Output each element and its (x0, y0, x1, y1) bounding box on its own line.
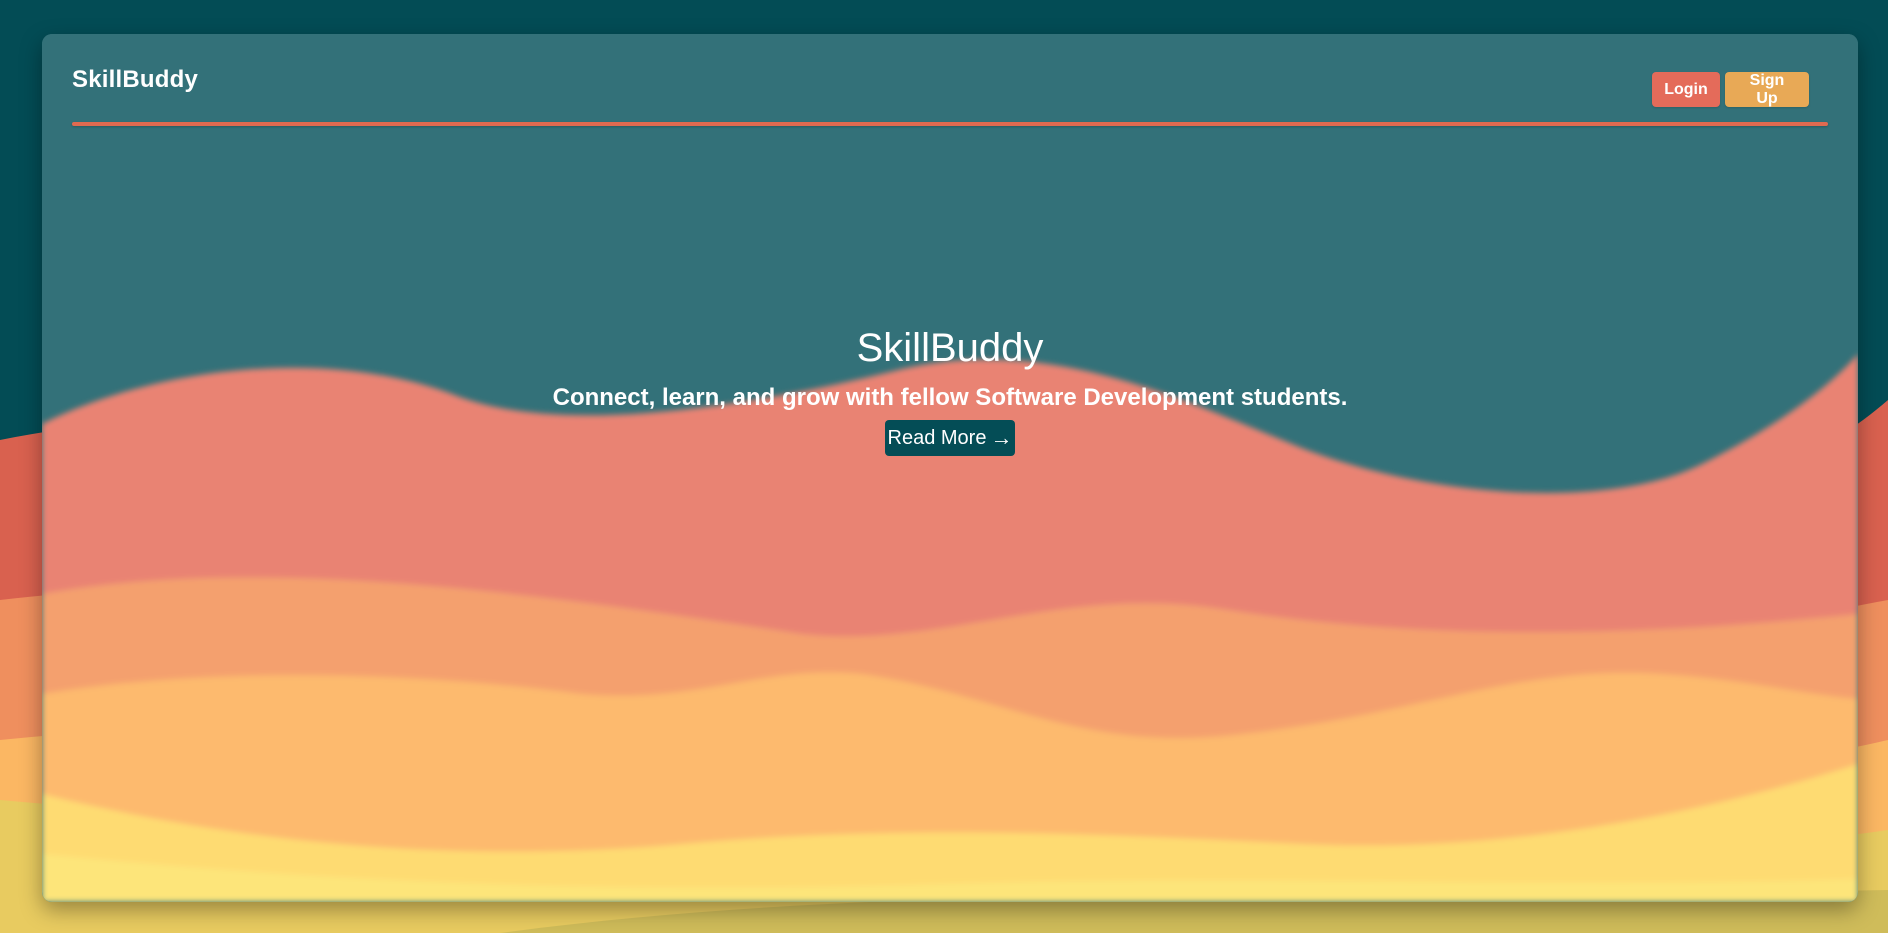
signup-button[interactable]: Sign Up (1725, 72, 1809, 107)
header-divider (72, 122, 1828, 126)
hero-title: SkillBuddy (856, 326, 1044, 370)
brand-logo[interactable]: SkillBuddy (72, 66, 198, 94)
auth-buttons: Login Sign Up (1652, 72, 1809, 107)
read-more-button[interactable]: Read More → (884, 420, 1016, 456)
login-button[interactable]: Login (1652, 72, 1720, 107)
main-card: SkillBuddy Login Sign Up SkillBuddy Conn… (42, 34, 1858, 902)
hero-section: SkillBuddy Connect, learn, and grow with… (42, 324, 1858, 456)
arrow-right-icon: → (990, 425, 1013, 450)
card-waves (42, 34, 1858, 902)
hero-subtitle: Connect, learn, and grow with fellow Sof… (552, 384, 1348, 411)
read-more-label: Read More (887, 426, 987, 449)
